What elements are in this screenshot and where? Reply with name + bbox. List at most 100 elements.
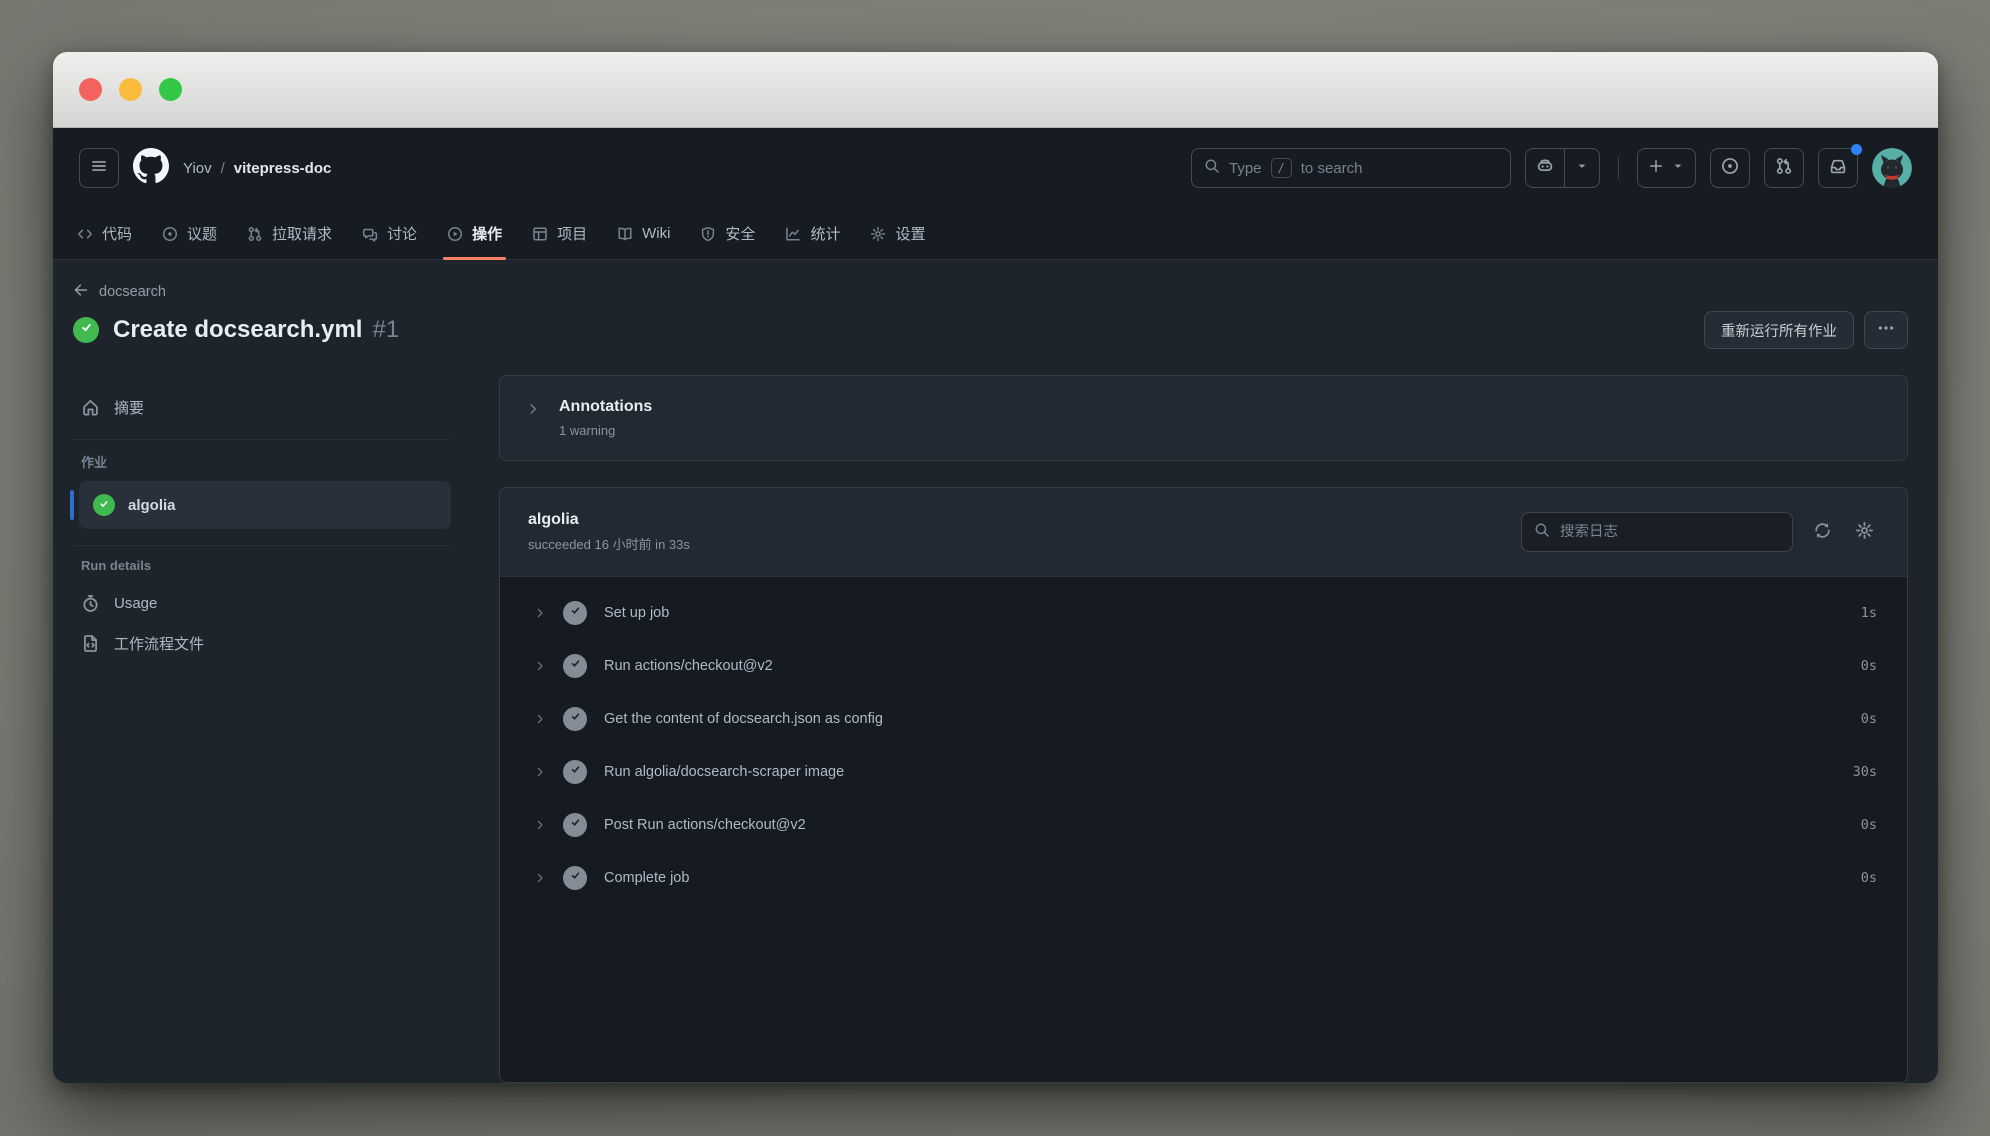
- sidebar-item-usage[interactable]: Usage: [73, 583, 451, 623]
- user-avatar[interactable]: [1872, 148, 1912, 188]
- tab-label: 讨论: [387, 223, 417, 244]
- step-success-check-icon: [563, 601, 587, 625]
- step-success-check-icon: [563, 707, 587, 731]
- create-new-button-group: [1637, 148, 1696, 188]
- traffic-lights: [79, 78, 199, 101]
- run-title-row: Create docsearch.yml #1 重新运行所有作业: [73, 311, 1908, 349]
- log-search-box: [1521, 512, 1793, 552]
- breadcrumb-repo[interactable]: vitepress-doc: [234, 160, 332, 177]
- sync-icon: [1813, 521, 1832, 543]
- log-step-row[interactable]: Complete job 0s: [500, 851, 1907, 904]
- copilot-dropdown-button[interactable]: [1564, 149, 1599, 187]
- log-step-row[interactable]: Get the content of docsearch.json as con…: [500, 692, 1907, 745]
- sidebar-item-job-algolia[interactable]: algolia: [79, 481, 451, 529]
- notifications-button[interactable]: [1818, 148, 1858, 188]
- sidebar-item-workflow-file[interactable]: 工作流程文件: [73, 623, 451, 663]
- log-step-row[interactable]: Set up job 1s: [500, 586, 1907, 639]
- main-column: Annotations 1 warning algolia succeeded …: [499, 375, 1908, 1083]
- project-icon: [532, 226, 548, 242]
- step-duration: 0s: [1861, 817, 1877, 833]
- log-step-row[interactable]: Run algolia/docsearch-scraper image 30s: [500, 745, 1907, 798]
- tab-issue[interactable]: 议题: [150, 208, 229, 259]
- create-new-button[interactable]: [1638, 149, 1695, 187]
- step-name: Complete job: [604, 870, 1844, 886]
- log-step-row[interactable]: Post Run actions/checkout@v2 0s: [500, 798, 1907, 851]
- log-step-row[interactable]: Run actions/checkout@v2 0s: [500, 639, 1907, 692]
- tab-label: 设置: [895, 223, 925, 244]
- step-duration: 0s: [1861, 658, 1877, 674]
- tab-label: 统计: [810, 223, 840, 244]
- pull-requests-button[interactable]: [1764, 148, 1804, 188]
- annotations-warning-count: 1 warning: [559, 423, 652, 438]
- chevron-right-icon[interactable]: [534, 766, 546, 778]
- tab-pull-request[interactable]: 拉取请求: [235, 208, 344, 259]
- kebab-icon: [1877, 319, 1895, 341]
- sidebar-divider: [73, 545, 451, 546]
- step-name: Set up job: [604, 605, 1844, 621]
- sidebar-item-summary[interactable]: 摘要: [73, 385, 451, 429]
- tab-play[interactable]: 操作: [435, 208, 514, 259]
- run-options-kebab-button[interactable]: [1864, 311, 1908, 349]
- github-logo-icon[interactable]: [133, 148, 169, 189]
- step-list: Set up job 1s Run actions/checkout@v2 0s…: [500, 576, 1907, 1082]
- search-icon: [1204, 158, 1220, 178]
- job-name: algolia: [128, 497, 176, 514]
- copilot-button[interactable]: [1526, 149, 1564, 187]
- issues-button[interactable]: [1710, 148, 1750, 188]
- issue-icon: [162, 226, 178, 242]
- tab-project[interactable]: 项目: [520, 208, 599, 259]
- slash-key-hint: /: [1271, 158, 1292, 178]
- breadcrumb: Yiov / vitepress-doc: [183, 160, 331, 177]
- browser-window: Yiov / vitepress-doc Type / to search: [53, 52, 1938, 1083]
- unread-notification-dot: [1851, 144, 1862, 155]
- global-search-input[interactable]: Type / to search: [1191, 148, 1511, 188]
- step-name: Get the content of docsearch.json as con…: [604, 711, 1844, 727]
- github-header: Yiov / vitepress-doc Type / to search: [53, 128, 1938, 208]
- hamburger-icon: [90, 157, 108, 180]
- gear-icon: [870, 226, 886, 242]
- plus-icon: [1648, 158, 1664, 179]
- traffic-light-close[interactable]: [79, 78, 102, 101]
- chevron-right-icon[interactable]: [534, 713, 546, 725]
- step-duration: 0s: [1861, 711, 1877, 727]
- traffic-light-maximize[interactable]: [159, 78, 182, 101]
- annotations-text: Annotations 1 warning: [559, 398, 652, 438]
- graph-icon: [785, 226, 801, 242]
- copilot-button-group: [1525, 148, 1600, 188]
- step-name: Post Run actions/checkout@v2: [604, 817, 1844, 833]
- git-pull-request-icon: [1775, 157, 1793, 180]
- chevron-right-icon[interactable]: [534, 819, 546, 831]
- tab-gear[interactable]: 设置: [858, 208, 937, 259]
- chevron-right-icon[interactable]: [534, 872, 546, 884]
- header-divider: [1618, 157, 1619, 179]
- window-titlebar: [53, 52, 1938, 128]
- chevron-down-icon: [1575, 159, 1589, 178]
- chevron-right-icon[interactable]: [534, 660, 546, 672]
- step-success-check-icon: [563, 813, 587, 837]
- refresh-logs-button[interactable]: [1801, 512, 1843, 552]
- step-duration: 1s: [1861, 605, 1877, 621]
- log-search-input[interactable]: [1560, 524, 1780, 540]
- tab-book[interactable]: Wiki: [605, 208, 682, 259]
- annotations-panel[interactable]: Annotations 1 warning: [499, 375, 1908, 461]
- annotations-title: Annotations: [559, 398, 652, 416]
- desktop-background: Yiov / vitepress-doc Type / to search: [0, 0, 1990, 1136]
- breadcrumb-owner[interactable]: Yiov: [183, 160, 212, 177]
- job-success-check-icon: [93, 494, 115, 516]
- run-sidebar: 摘要 作业 algolia Run details Usage: [73, 375, 451, 1083]
- hamburger-menu-button[interactable]: [79, 148, 119, 188]
- back-to-workflow-link[interactable]: docsearch: [73, 282, 166, 302]
- copilot-icon: [1536, 157, 1554, 180]
- log-settings-button[interactable]: [1843, 512, 1885, 552]
- tab-discussion[interactable]: 讨论: [350, 208, 429, 259]
- workflow-file-icon: [81, 634, 100, 653]
- tab-graph[interactable]: 统计: [773, 208, 852, 259]
- tab-shield[interactable]: 安全: [688, 208, 767, 259]
- tab-code[interactable]: 代码: [65, 208, 144, 259]
- chevron-right-icon[interactable]: [534, 607, 546, 619]
- rerun-all-jobs-button[interactable]: 重新运行所有作业: [1704, 311, 1854, 349]
- tab-label: Wiki: [642, 225, 670, 242]
- workflow-name: docsearch: [99, 284, 166, 300]
- traffic-light-minimize[interactable]: [119, 78, 142, 101]
- book-icon: [617, 226, 633, 242]
